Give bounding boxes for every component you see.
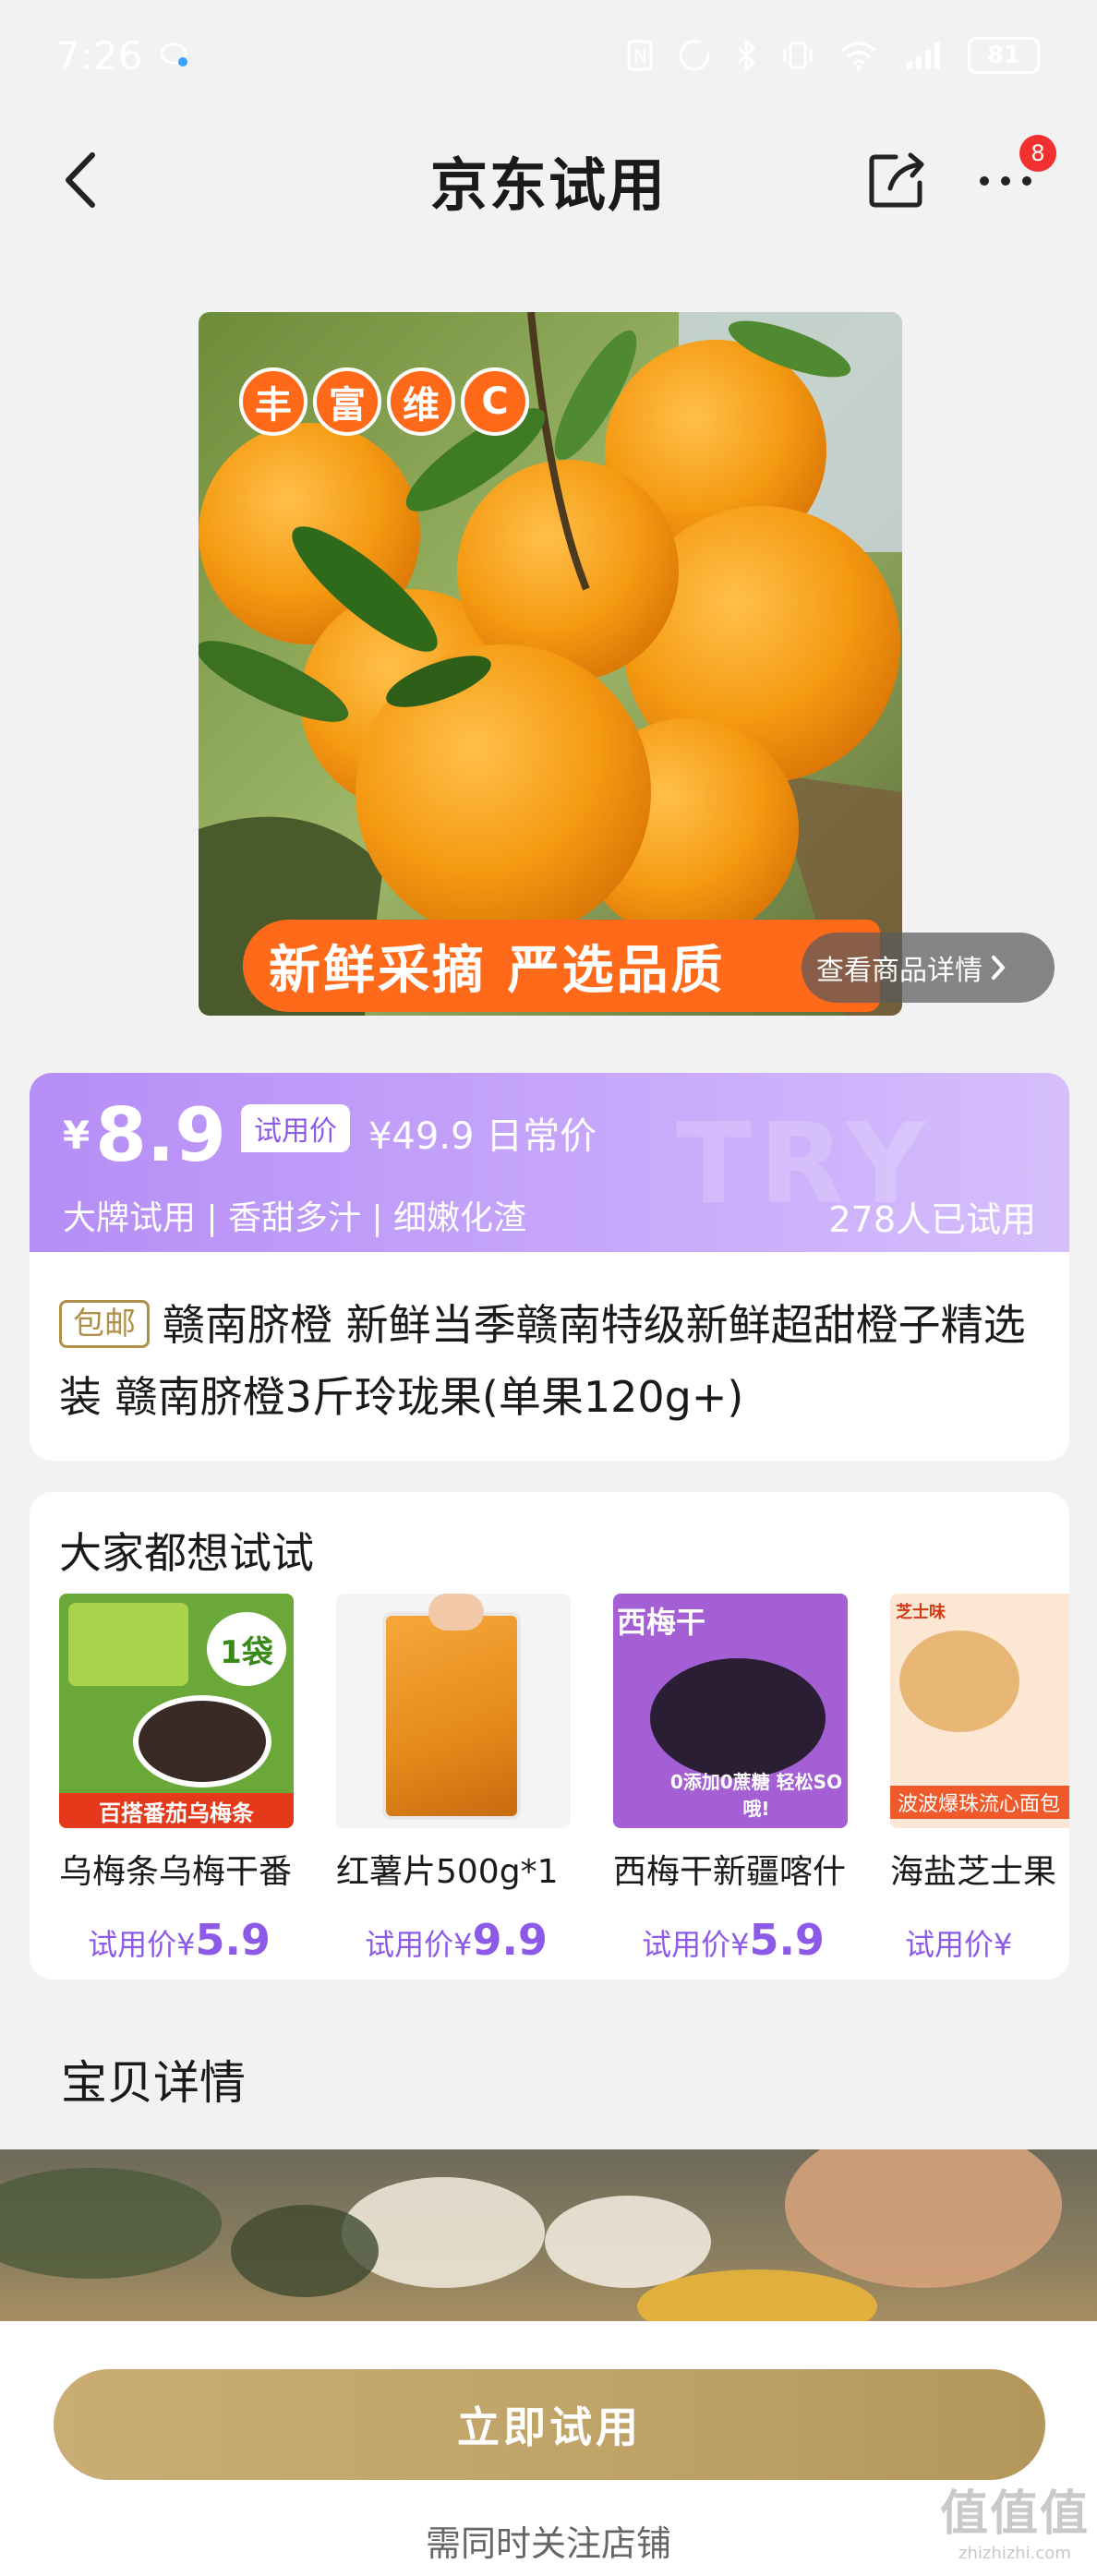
chat-bubble-icon xyxy=(160,42,188,66)
product-thumbnail: 1袋 百搭番茄乌梅条 xyxy=(59,1594,294,1828)
wifi-icon xyxy=(841,42,876,70)
currency-symbol: ¥ xyxy=(63,1113,90,1158)
recommendation-price: 试用价¥9.9 xyxy=(336,1915,576,1965)
status-bar: 7:26 N 81 xyxy=(0,0,1097,111)
navigation-bar: 京东试用 8 xyxy=(0,111,1097,249)
thumbnail-caption: 波波爆珠流心面包 xyxy=(890,1786,1069,1819)
view-product-details-button[interactable]: 查看商品详情 xyxy=(802,933,1055,1003)
recommendation-item[interactable]: 西梅干 0添加0蔗糖 轻松SO哦! 西梅干新疆喀什 试用价¥5.9 xyxy=(613,1594,848,1965)
thumbnail-caption: 百搭番茄乌梅条 xyxy=(59,1793,294,1828)
tag-char: 丰 xyxy=(239,367,307,436)
share-icon[interactable] xyxy=(864,148,929,212)
recommendation-price: 试用价¥ xyxy=(890,1915,1069,1965)
detail-image xyxy=(0,2149,1097,2325)
recommendations-list[interactable]: 1袋 百搭番茄乌梅条 乌梅条乌梅干番 试用价¥5.9 红薯片500g*1 试用价… xyxy=(59,1594,1069,1965)
trial-price: 8.9 xyxy=(95,1092,226,1178)
nfc-icon: N xyxy=(627,40,653,71)
site-watermark: 值值值 zhizhizhi.com xyxy=(940,2474,1090,2563)
battery-indicator: 81 xyxy=(968,37,1040,74)
product-image[interactable]: 丰 富 维 C 新鲜采摘 严选品质 xyxy=(199,312,902,1016)
watermark-logo: 值值值 xyxy=(939,2486,1090,2542)
price-label: 试用价¥ xyxy=(642,1927,750,1962)
tag-char: 维 xyxy=(387,367,455,436)
recommendation-price: 试用价¥5.9 xyxy=(613,1915,853,1965)
product-thumbnail: 西梅干 0添加0蔗糖 轻松SO哦! xyxy=(613,1594,848,1828)
notification-badge: 8 xyxy=(1019,135,1056,172)
free-shipping-badge: 包邮 xyxy=(59,1300,150,1348)
thumbnail-badge: 1袋 xyxy=(207,1612,286,1686)
thumbnail-hand xyxy=(428,1594,484,1631)
recommendation-price: 试用价¥5.9 xyxy=(59,1915,299,1965)
view-detail-label: 查看商品详情 xyxy=(816,955,982,987)
price-label: 试用价¥ xyxy=(905,1927,1013,1962)
tag-char: C xyxy=(461,367,529,436)
vitamin-c-tag: 丰 富 维 C xyxy=(239,367,529,436)
product-thumbnail xyxy=(336,1594,571,1828)
thumbnail-food xyxy=(899,1631,1019,1732)
trial-count: 278人已试用 xyxy=(828,1199,1036,1240)
recommendations-section: 大家都想试试 1袋 百搭番茄乌梅条 乌梅条乌梅干番 试用价¥5.9 红薯片500… xyxy=(30,1492,1069,1980)
price-value: 5.9 xyxy=(195,1915,271,1965)
price-card: TRY ¥ 8.9 试用价 ¥49.9 日常价 大牌试用 | 香甜多汁 | 细嫩… xyxy=(30,1073,1069,1258)
detail-section-title: 宝贝详情 xyxy=(61,2056,246,2110)
thumbnail-label xyxy=(68,1603,188,1686)
product-features: 大牌试用 | 香甜多汁 | 细嫩化渣 xyxy=(63,1199,527,1237)
thumbnail-bag xyxy=(382,1612,521,1820)
watermark-url: zhizhizhi.com xyxy=(958,2544,1071,2563)
recommendation-name: 红薯片500g*1 xyxy=(336,1853,559,1891)
product-title-card: 包邮 赣南脐橙 新鲜当季赣南特级新鲜超甜橙子精选装 赣南脐橙3斤玲珑果(单果120… xyxy=(30,1252,1069,1461)
original-price: ¥49.9 日常价 xyxy=(368,1115,597,1158)
price-label: 试用价¥ xyxy=(88,1927,196,1962)
status-icons: N 81 xyxy=(626,37,1040,74)
signal-icon xyxy=(907,42,940,69)
tag-char: 富 xyxy=(313,367,381,436)
bluetooth-icon xyxy=(737,39,756,72)
page-title: 京东试用 xyxy=(429,151,667,219)
recommendation-item[interactable]: 红薯片500g*1 试用价¥9.9 xyxy=(336,1594,571,1965)
follow-shop-note: 需同时关注店铺 xyxy=(425,2523,671,2564)
svg-text:N: N xyxy=(633,45,647,67)
vibrate-icon xyxy=(783,42,813,69)
recommendation-name: 西梅干新疆喀什 xyxy=(613,1853,847,1891)
bottom-bar: 立即试用 需同时关注店铺 xyxy=(0,2321,1097,2576)
recommendation-item[interactable]: 1袋 百搭番茄乌梅条 乌梅条乌梅干番 试用价¥5.9 xyxy=(59,1594,294,1965)
trial-price-tag: 试用价 xyxy=(240,1104,350,1152)
thumbnail-title: 西梅干 xyxy=(617,1605,706,1640)
recommendations-heading: 大家都想试试 xyxy=(59,1528,314,1578)
chevron-right-icon xyxy=(992,956,1006,980)
dnd-moon-icon xyxy=(679,40,710,71)
product-thumbnail: 芝士味 波波爆珠流心面包 xyxy=(890,1594,1069,1828)
back-arrow-icon[interactable] xyxy=(54,146,109,214)
recommendation-name: 乌梅条乌梅干番 xyxy=(59,1853,293,1891)
recommendation-item[interactable]: 芝士味 波波爆珠流心面包 海盐芝士果 试用价¥ xyxy=(890,1594,1069,1965)
recommendation-name: 海盐芝士果 xyxy=(890,1853,1057,1891)
price-row: ¥ 8.9 试用价 ¥49.9 日常价 xyxy=(63,1099,597,1173)
try-now-button[interactable]: 立即试用 xyxy=(54,2369,1045,2480)
status-time: 7:26 xyxy=(55,33,190,78)
thumbnail-title: 芝士味 xyxy=(896,1603,946,1622)
price-value: 9.9 xyxy=(472,1915,548,1965)
thumbnail-caption: 0添加0蔗糖 轻松SO哦! xyxy=(669,1771,843,1820)
thumbnail-food xyxy=(650,1658,826,1778)
detail-photo xyxy=(0,2149,1062,2325)
product-title: 赣南脐橙 新鲜当季赣南特级新鲜超甜橙子精选装 赣南脐橙3斤玲珑果(单果120g+… xyxy=(59,1300,1026,1422)
thumbnail-food xyxy=(133,1695,271,1788)
image-banner: 新鲜采摘 严选品质 xyxy=(243,920,880,1012)
price-value: 5.9 xyxy=(749,1915,825,1965)
clock: 7:26 xyxy=(55,32,143,78)
price-label: 试用价¥ xyxy=(365,1927,473,1962)
